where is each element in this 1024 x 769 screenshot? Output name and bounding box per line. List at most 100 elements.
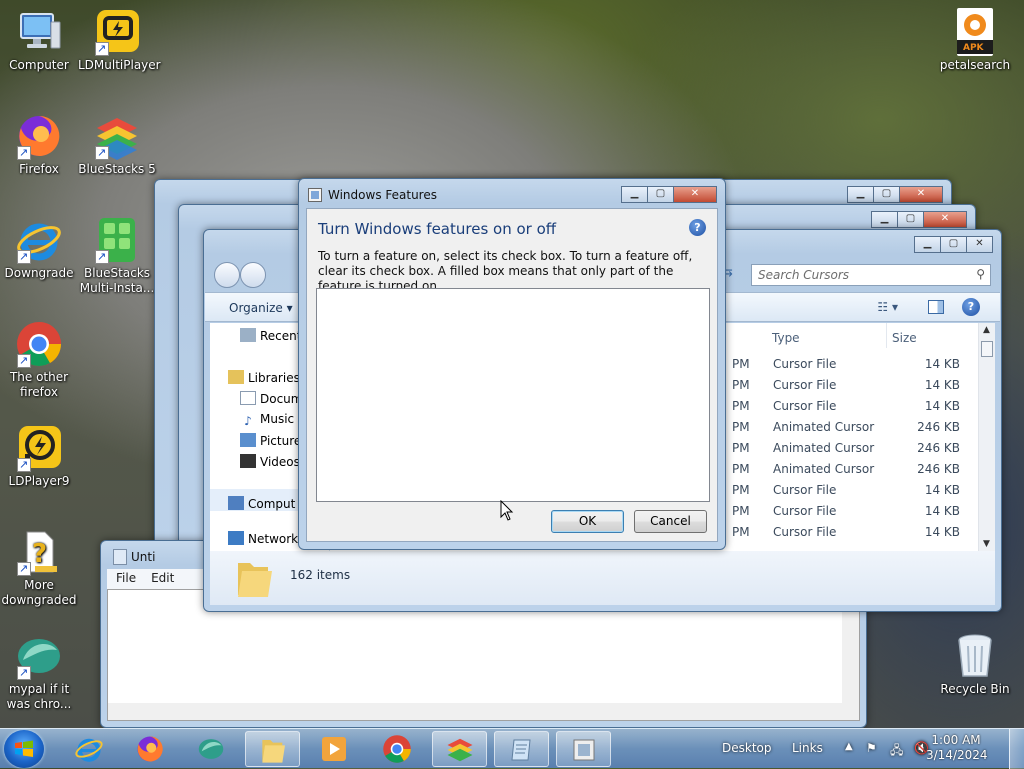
desktop-icon-label: The other firefox [9,370,69,399]
taskbar-mypal[interactable] [184,731,239,767]
organize-button[interactable]: Organize ▾ [229,301,293,315]
help-icon[interactable]: ? [689,219,706,236]
minimize-button[interactable]: ▁ [914,236,941,253]
taskbar-windows-features[interactable] [556,731,611,767]
close-button[interactable]: ✕ [899,186,943,203]
maximize-button[interactable]: ▢ [647,186,674,203]
petalsearch-icon: APK [951,8,999,56]
taskbar-media-player[interactable] [306,731,361,767]
scroll-down-arrow[interactable]: ▼ [983,539,990,549]
view-options-icon[interactable]: ☷ ▾ [877,300,898,314]
search-input[interactable]: Search Cursors ⚲ [751,264,991,286]
table-row[interactable]: PM Animated Cursor 246 KB [722,441,984,462]
desktop-toolbar[interactable]: Desktop [722,741,772,755]
media-player-icon [322,737,346,761]
nav-item-documents[interactable]: Docum [240,391,302,406]
menu-edit[interactable]: Edit [142,569,180,585]
desktop-icon-computer[interactable]: Computer [0,8,78,73]
desktop-icon-bluestacks5[interactable]: BlueStacks 5 [78,112,156,177]
system-clock[interactable]: 1:00 AM 3/14/2024 [926,733,988,763]
action-center-flag-icon[interactable]: ⚑ [866,741,877,755]
forward-button[interactable] [240,262,266,288]
desktop-icon-downgrade[interactable]: Downgrade [0,216,78,281]
windows-features-dialog[interactable]: Windows Features ▁ ▢ ✕ Turn Windows featur… [298,178,726,550]
dialog-title: Windows Features [328,188,437,202]
item-count: 162 items [290,568,351,582]
desktop-icon-ldmultiplayer[interactable]: LDMultiPlayer [78,8,161,73]
nav-item-network[interactable]: Network [228,531,298,546]
scrollbar-thumb[interactable] [981,341,993,357]
maximize-button[interactable]: ▢ [940,236,967,253]
nav-item-libraries[interactable]: Libraries [228,370,300,385]
table-row[interactable]: PM Cursor File 14 KB [722,399,984,420]
desktop-icon-firefox[interactable]: Firefox [0,112,78,177]
desktop-icon-other-firefox[interactable]: The other firefox [0,320,78,400]
network-icon [228,531,244,545]
svg-text:?: ? [32,539,47,569]
nav-item-music[interactable]: ♪ Music [240,412,294,428]
close-button[interactable]: ✕ [673,186,717,203]
menu-file[interactable]: File [107,569,142,585]
table-row[interactable]: PM Cursor File 14 KB [722,525,984,546]
table-row[interactable]: PM Cursor File 14 KB [722,378,984,399]
taskbar: Desktop Links ▲ ⚑ 🖧 🔇 1:00 AM 3/14/2024 [0,728,1024,769]
desktop-icon-recycle-bin[interactable]: Recycle Bin [936,632,1014,697]
taskbar-bluestacks[interactable] [432,731,487,767]
shortcut-arrow-icon [17,145,31,160]
close-button[interactable]: ✕ [923,211,967,228]
desktop-icon-mypal[interactable]: mypal if it was chro... [0,632,78,712]
taskbar-internet-explorer[interactable] [62,731,117,767]
minimize-button[interactable]: ▁ [621,186,648,203]
unknown-file-icon: ? [15,528,63,576]
help-icon[interactable]: ? [962,298,980,316]
column-header-size[interactable]: Size [892,331,917,345]
nav-item-videos[interactable]: Videos [240,454,300,469]
desktop-icon-ldplayer9[interactable]: LDPlayer9 [0,424,78,489]
vertical-scrollbar[interactable]: ▲ ▼ [978,323,995,551]
taskbar-chrome[interactable] [370,731,425,767]
close-button[interactable]: ✕ [966,236,993,253]
maximize-button[interactable]: ▢ [873,186,900,203]
computer-small-icon [228,496,244,510]
taskbar-notepad[interactable] [494,731,549,767]
nav-item-pictures[interactable]: Picture [240,433,301,448]
show-desktop-button[interactable] [1009,729,1024,769]
column-header-type[interactable]: Type [772,331,800,345]
scroll-up-arrow[interactable]: ▲ [983,325,990,335]
desktop-icon-label: LDMultiPlayer [78,58,161,72]
links-toolbar[interactable]: Links [792,741,823,755]
preview-pane-icon[interactable] [928,300,944,314]
ok-button[interactable]: OK [551,510,624,533]
firefox-icon [15,112,63,160]
horizontal-scrollbar[interactable] [108,703,842,720]
back-button[interactable] [214,262,240,288]
shortcut-arrow-icon [17,665,31,680]
features-tree-list[interactable] [316,288,710,502]
column-divider[interactable] [886,323,887,348]
recent-places-icon [240,328,256,342]
network-tray-icon[interactable]: 🖧 [890,741,903,762]
table-row[interactable]: PM Animated Cursor 246 KB [722,462,984,483]
minimize-button[interactable]: ▁ [871,211,898,228]
desktop-icon-more-downgraded[interactable]: ? More downgraded [0,528,78,608]
maximize-button[interactable]: ▢ [897,211,924,228]
window-title: Unti [131,550,156,564]
desktop-icon-label: Computer [9,58,69,72]
table-row[interactable]: PM Cursor File 14 KB [722,483,984,504]
desktop-icon-petalsearch[interactable]: APK petalsearch [936,8,1014,73]
notepad-icon [113,549,127,565]
caption-buttons: ▁ ▢ ✕ [847,186,943,203]
bluestacks-icon [93,112,141,160]
minimize-button[interactable]: ▁ [847,186,874,203]
details-pane: 162 items [210,551,995,605]
taskbar-explorer[interactable] [245,731,300,767]
start-button[interactable] [4,730,44,768]
table-row[interactable]: PM Animated Cursor 246 KB [722,420,984,441]
cancel-button[interactable]: Cancel [634,510,707,533]
taskbar-firefox[interactable] [123,731,178,767]
table-row[interactable]: PM Cursor File 14 KB [722,357,984,378]
nav-item-recent[interactable]: Recent [240,328,301,343]
table-row[interactable]: PM Cursor File 14 KB [722,504,984,525]
desktop-icon-bluestacks-multi[interactable]: BlueStacks Multi-Insta... [78,216,156,296]
show-hidden-icons-chevron-icon[interactable]: ▲ [845,741,853,752]
